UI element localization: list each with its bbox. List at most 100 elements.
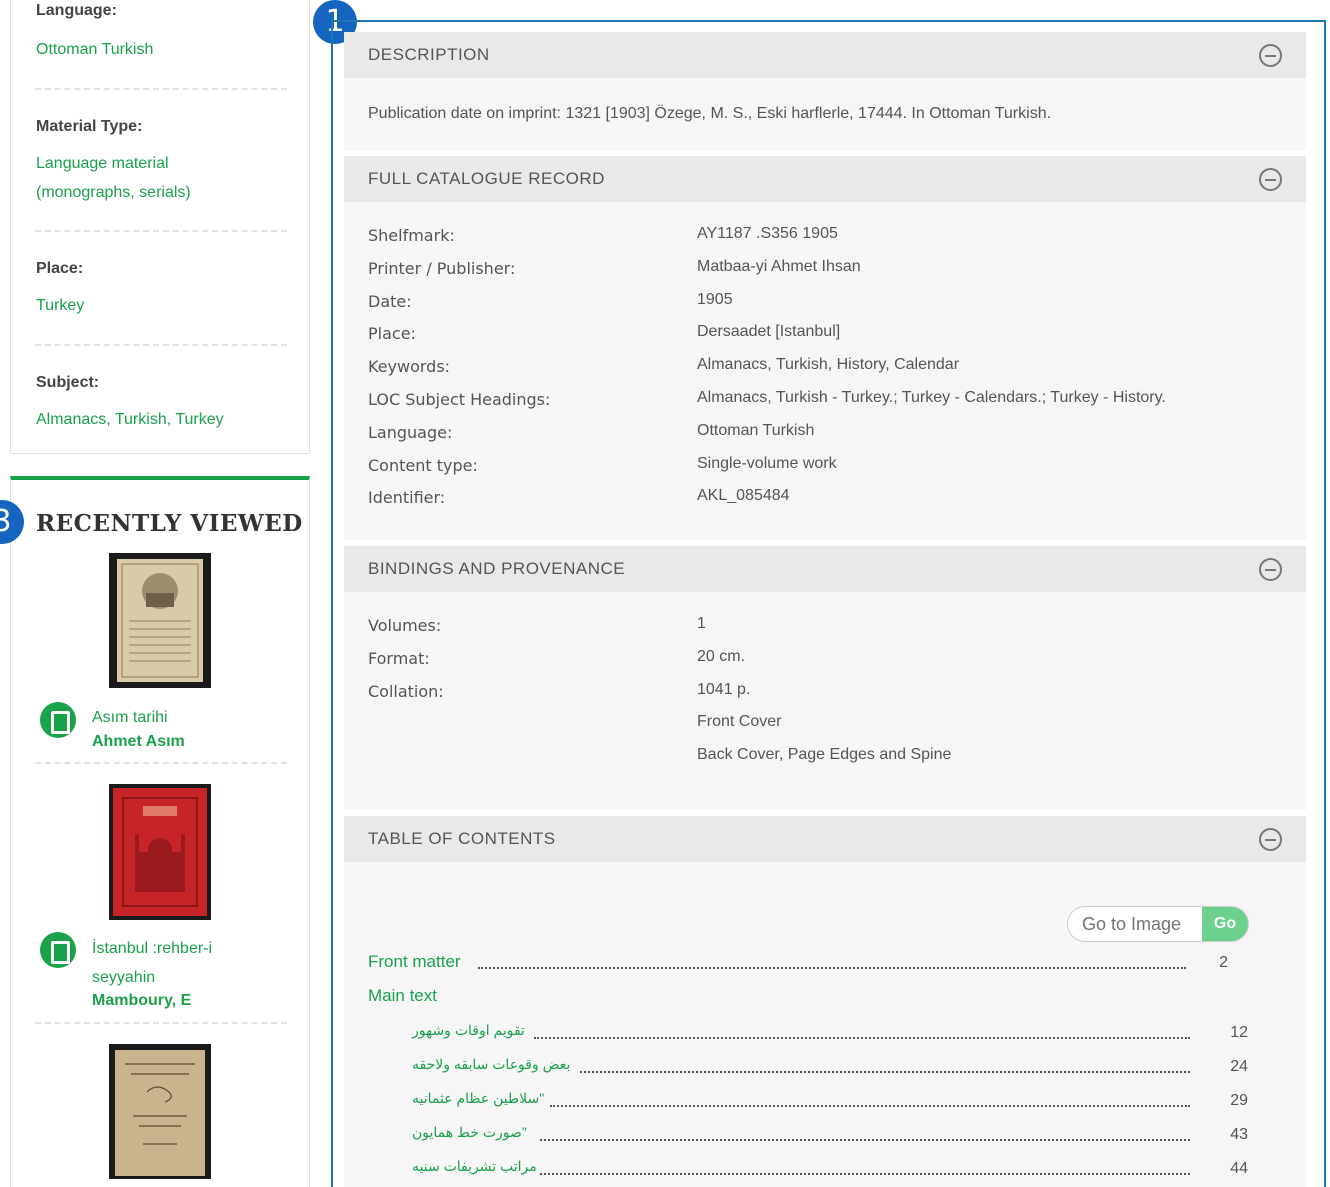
full-record-header[interactable]: FULL CATALOGUE RECORD (344, 156, 1306, 202)
collapse-icon[interactable] (1259, 168, 1282, 191)
toc-page-number: 24 (1230, 1058, 1248, 1075)
go-button[interactable]: Go (1202, 907, 1248, 941)
toc-page-number: 2 (1219, 954, 1228, 971)
record-value: Ottoman Turkish (697, 422, 815, 439)
toc-subentry[interactable]: بعض وقوعات سابقه ولاحقه 24 (368, 1056, 1248, 1082)
recent-item-title[interactable]: Asım tarihi (92, 703, 168, 732)
facet-value-material-type[interactable]: Language material (monographs, serials) (36, 149, 191, 207)
bindings-label: Collation: (368, 682, 444, 701)
bindings-body: Volumes: 1 Format: 20 cm. Collation: 104… (344, 592, 1306, 810)
recent-item-title-line: seyyahin (92, 969, 156, 986)
recent-item-title[interactable]: İstanbul :rehber-i seyyahin (92, 934, 212, 992)
collapse-icon[interactable] (1259, 558, 1282, 581)
front-cover-link[interactable]: Front Cover (697, 713, 781, 731)
record-label: Date: (368, 292, 412, 311)
collapse-icon[interactable] (1259, 44, 1282, 67)
full-record-title: FULL CATALOGUE RECORD (368, 169, 605, 188)
record-label: LOC Subject Headings: (368, 390, 551, 409)
toc-subentry[interactable]: تقويم اوقات وشهور 12 (368, 1022, 1248, 1048)
facet-value-line: Language material (36, 155, 169, 172)
toc-entry-label: Front matter (368, 952, 461, 971)
book-icon (40, 702, 76, 738)
facet-value-line: (monographs, serials) (36, 184, 191, 201)
record-label: Identifier: (368, 488, 446, 507)
facet-label-material-type: Material Type: (36, 118, 143, 135)
book-thumbnail[interactable] (109, 1044, 211, 1179)
toc-subentry[interactable]: "سلاطين عظام عثمانيه 29 (368, 1090, 1248, 1116)
toc-dot-leader (580, 1071, 1190, 1073)
record-value: 1905 (697, 291, 733, 308)
toc-page-number: 12 (1230, 1024, 1248, 1041)
go-to-image-input[interactable] (1068, 907, 1203, 941)
toc-page-number: 29 (1230, 1092, 1248, 1109)
facet-divider (35, 88, 287, 90)
record-value: AKL_085484 (697, 487, 790, 504)
bindings-title: BINDINGS AND PROVENANCE (368, 559, 626, 578)
recently-viewed-panel: RECENTLY VIEWED Asım tarihi Ahmet Asım İ… (10, 476, 310, 1187)
bindings-label: Format: (368, 649, 430, 668)
book-thumbnail[interactable] (109, 553, 211, 688)
facet-value-place[interactable]: Turkey (36, 291, 84, 320)
facet-panel: Language: Ottoman Turkish Material Type:… (10, 0, 310, 454)
record-value: Almanacs, Turkish - Turkey.; Turkey - Ca… (697, 389, 1166, 406)
toc-entry-label: "صورت خط همايون (412, 1124, 527, 1140)
facet-value-subject[interactable]: Almanacs, Turkish, Turkey (36, 405, 224, 434)
toc-subentry[interactable]: "صورت خط همايون 43 (368, 1124, 1248, 1150)
recent-item-title-line: İstanbul :rehber-i (92, 940, 213, 957)
facet-label-language: Language: (36, 2, 117, 19)
record-value: Almanacs, Turkish, History, Calendar (697, 356, 960, 373)
toc-page-number: 43 (1230, 1126, 1248, 1143)
toc-entry-label: "سلاطين عظام عثمانيه (412, 1090, 545, 1106)
facet-label-subject: Subject: (36, 374, 100, 391)
recent-item-author[interactable]: Ahmet Asım (92, 733, 185, 751)
record-label: Language: (368, 423, 453, 442)
toc-entry[interactable]: Front matter 2 (368, 952, 1248, 978)
record-value: Matbaa-yi Ahmet Ihsan (697, 258, 861, 275)
toc-page-number: 44 (1230, 1160, 1248, 1177)
toc-subentry[interactable]: مراتب تشريفات سنيه 44 (368, 1158, 1248, 1184)
description-body: Publication date on imprint: 1321 [1903]… (344, 78, 1306, 150)
toc-dot-leader (534, 1037, 1190, 1039)
toc-entry-label: مراتب تشريفات سنيه (412, 1158, 537, 1174)
toc-dot-leader (540, 1173, 1190, 1175)
toc-header[interactable]: TABLE OF CONTENTS (344, 816, 1306, 862)
recent-divider (35, 1022, 287, 1024)
recently-viewed-title: RECENTLY VIEWED (36, 510, 303, 537)
go-to-image-control: Go (1067, 906, 1249, 942)
facet-value-language[interactable]: Ottoman Turkish (36, 35, 153, 64)
record-label: Shelfmark: (368, 226, 455, 245)
recent-divider (35, 762, 287, 764)
description-text: Publication date on imprint: 1321 [1903]… (368, 105, 1052, 122)
record-label: Printer / Publisher: (368, 259, 516, 278)
book-thumbnail[interactable] (109, 784, 211, 920)
description-header[interactable]: DESCRIPTION (344, 32, 1306, 78)
record-label: Keywords: (368, 357, 451, 376)
toc-dot-leader (478, 967, 1186, 969)
bindings-header[interactable]: BINDINGS AND PROVENANCE (344, 546, 1306, 592)
toc-title: TABLE OF CONTENTS (368, 829, 556, 848)
toc-entry-label: Main text (368, 986, 437, 1005)
toc-dot-leader (550, 1105, 1190, 1107)
toc-body: Go Front matter 2 Main text تقويم اوقات … (344, 862, 1306, 1187)
description-title: DESCRIPTION (368, 45, 490, 64)
toc-dot-leader (540, 1139, 1190, 1141)
collapse-icon[interactable] (1259, 828, 1282, 851)
recent-item-author[interactable]: Mamboury, E (92, 992, 191, 1010)
facet-label-place: Place: (36, 260, 84, 277)
facet-divider (35, 230, 287, 232)
back-cover-link[interactable]: Back Cover, Page Edges and Spine (697, 746, 951, 764)
full-record-body: Shelfmark: AY1187 .S356 1905 Printer / P… (344, 202, 1306, 540)
toc-entry[interactable]: Main text (368, 986, 1248, 1012)
book-icon (40, 932, 76, 968)
bindings-label: Volumes: (368, 616, 442, 635)
record-value: Dersaadet [Istanbul] (697, 323, 841, 340)
record-label: Content type: (368, 456, 478, 475)
record-value: Single-volume work (697, 455, 837, 472)
record-label: Place: (368, 324, 416, 343)
record-value: AY1187 .S356 1905 (697, 225, 838, 242)
bindings-value: 20 cm. (697, 648, 746, 665)
bindings-value: 1041 p. (697, 681, 751, 698)
toc-entry-label: بعض وقوعات سابقه ولاحقه (412, 1056, 571, 1072)
facet-divider (35, 344, 287, 346)
toc-entry-label: تقويم اوقات وشهور (412, 1022, 525, 1038)
